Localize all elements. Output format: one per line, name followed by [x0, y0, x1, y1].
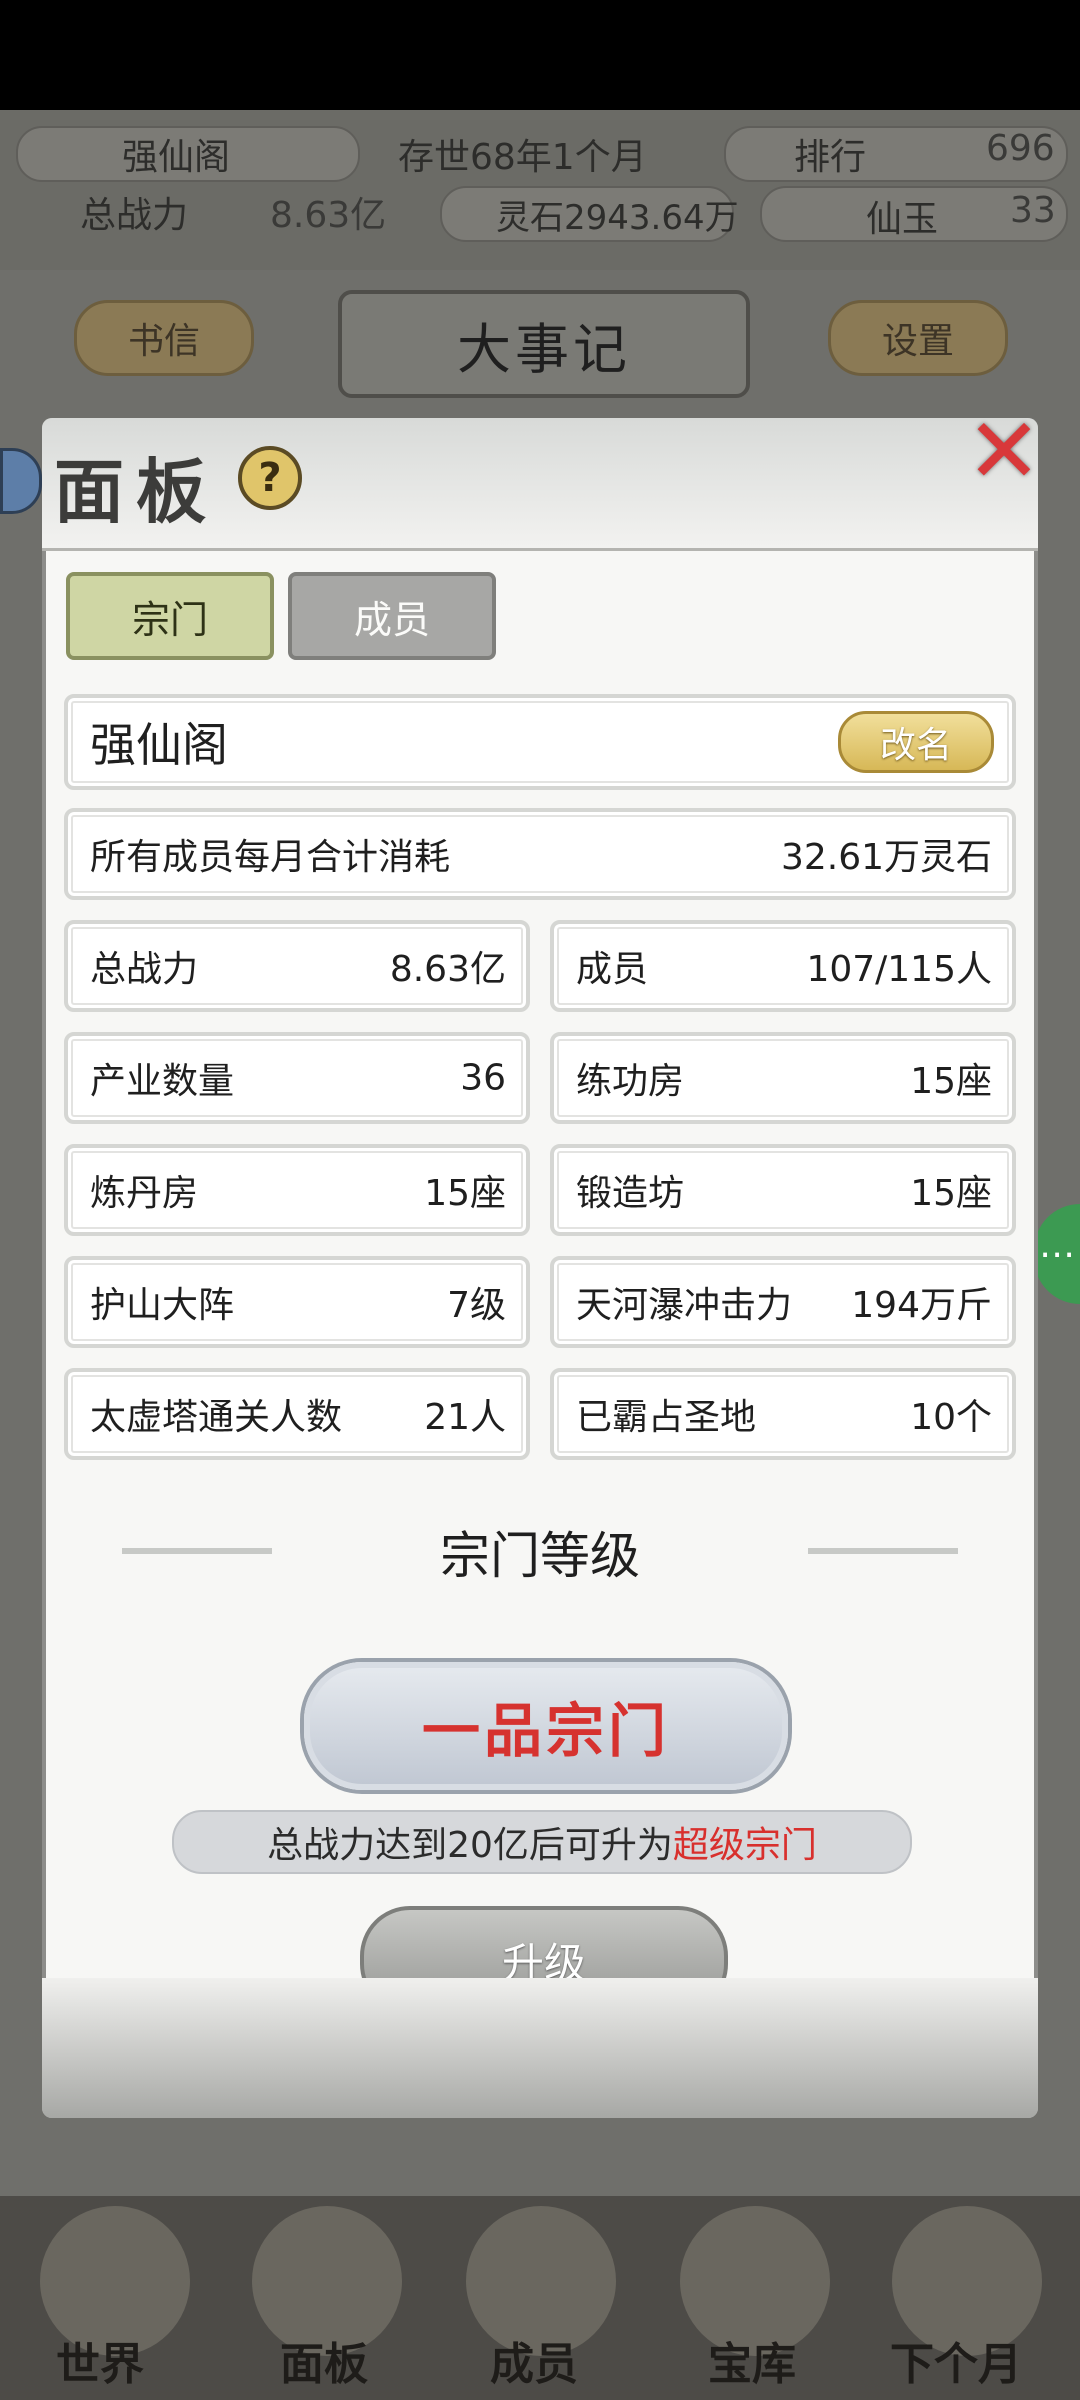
- stat-value: 15座: [424, 1173, 506, 1214]
- rename-button[interactable]: 改名: [838, 711, 994, 773]
- status-bar: [0, 0, 1080, 110]
- stat-label: 成员: [576, 949, 649, 990]
- stat-cell: 炼丹房 15座: [64, 1144, 530, 1236]
- stat-value: 194万斤: [851, 1285, 992, 1326]
- nav-treasury[interactable]: 宝库: [708, 2328, 796, 2392]
- stat-label: 锻造坊: [576, 1173, 685, 1214]
- stat-value: 15座: [910, 1173, 992, 1214]
- stat-label: 护山大阵: [90, 1285, 235, 1326]
- panel-title: 面板: [54, 450, 218, 533]
- hud-age: 存世68年1个月: [398, 137, 647, 178]
- hud-spirit-stone: 灵石2943.64万: [496, 198, 739, 238]
- stat-label: 产业数量: [90, 1061, 235, 1102]
- hud-power-value: 8.63亿: [270, 195, 387, 236]
- stat-value: 8.63亿: [389, 949, 506, 990]
- tab-sect[interactable]: 宗门: [66, 572, 274, 660]
- panel-footer-decoration: [42, 1978, 1038, 2118]
- level-section-title: 宗门等级: [440, 1527, 640, 1585]
- hint-text: 总战力达到20亿后可升为: [267, 1825, 673, 1866]
- stat-value: 36: [460, 1057, 506, 1099]
- nav-panel[interactable]: 面板: [280, 2328, 368, 2392]
- stat-value: 10个: [910, 1397, 992, 1438]
- sect-name-field: 强仙阁 改名: [64, 694, 1016, 790]
- events-title[interactable]: 大事记: [338, 290, 750, 398]
- stat-cell: 练功房 15座: [550, 1032, 1016, 1124]
- stat-value: 107/115人: [806, 949, 992, 990]
- nav-world[interactable]: 世界: [56, 2328, 144, 2392]
- tab-members[interactable]: 成员: [288, 572, 496, 660]
- hud-sect-name: 强仙阁: [122, 137, 231, 178]
- sect-level-badge: 一品宗门: [304, 1662, 788, 1790]
- sect-name-value: 强仙阁: [90, 718, 228, 772]
- stat-label: 已霸占圣地: [576, 1397, 757, 1438]
- stat-cell: 护山大阵 7级: [64, 1256, 530, 1348]
- stat-value: 15座: [910, 1061, 992, 1102]
- stat-value: 7级: [447, 1285, 506, 1326]
- stat-cell: 天河瀑冲击力 194万斤: [550, 1256, 1016, 1348]
- stat-label: 太虚塔通关人数: [90, 1397, 343, 1438]
- monthly-cost-field: 所有成员每月合计消耗 32.61万灵石: [64, 808, 1016, 900]
- letters-button[interactable]: 书信: [74, 300, 254, 376]
- stat-label: 炼丹房: [90, 1173, 199, 1214]
- hint-highlight: 超级宗门: [672, 1825, 817, 1866]
- stat-label: 总战力: [90, 949, 199, 990]
- panel-dialog: 面板 ? ✕ 宗门 成员 强仙阁 改名 所有成员每月合计消耗 32.61万灵石 …: [0, 407, 1042, 2118]
- stat-cell: 成员 107/115人: [550, 920, 1016, 1012]
- stat-cell: 总战力 8.63亿: [64, 920, 530, 1012]
- stat-label: 天河瀑冲击力: [576, 1285, 793, 1326]
- help-icon[interactable]: ?: [238, 446, 302, 510]
- monthly-cost-label: 所有成员每月合计消耗: [90, 837, 451, 878]
- hud-rank-label: 排行: [794, 137, 867, 178]
- close-icon[interactable]: ✕: [962, 407, 1046, 497]
- upgrade-hint: 总战力达到20亿后可升为 超级宗门: [172, 1810, 912, 1874]
- settings-button[interactable]: 设置: [828, 300, 1008, 376]
- stat-cell: 产业数量 36: [64, 1032, 530, 1124]
- nav-next-month[interactable]: 下个月: [890, 2328, 1022, 2392]
- hud-rank-value: 696: [986, 128, 1055, 169]
- stat-cell: 已霸占圣地 10个: [550, 1368, 1016, 1460]
- stat-cell: 太虚塔通关人数 21人: [64, 1368, 530, 1460]
- nav-members[interactable]: 成员: [490, 2328, 578, 2392]
- hud-jade-value: 33: [1010, 190, 1056, 231]
- hud-jade-label: 仙玉: [866, 199, 939, 240]
- stat-label: 练功房: [576, 1061, 685, 1102]
- monthly-cost-value: 32.61万灵石: [780, 837, 992, 878]
- top-hud: 强仙阁 存世68年1个月 排行 696 总战力 8.63亿 灵石2943.64万…: [0, 110, 1080, 270]
- stat-value: 21人: [424, 1397, 506, 1438]
- stat-cell: 锻造坊 15座: [550, 1144, 1016, 1236]
- bottom-nav: 世界 面板 成员 宝库 下个月: [0, 2196, 1080, 2400]
- hud-power-label: 总战力: [80, 195, 189, 236]
